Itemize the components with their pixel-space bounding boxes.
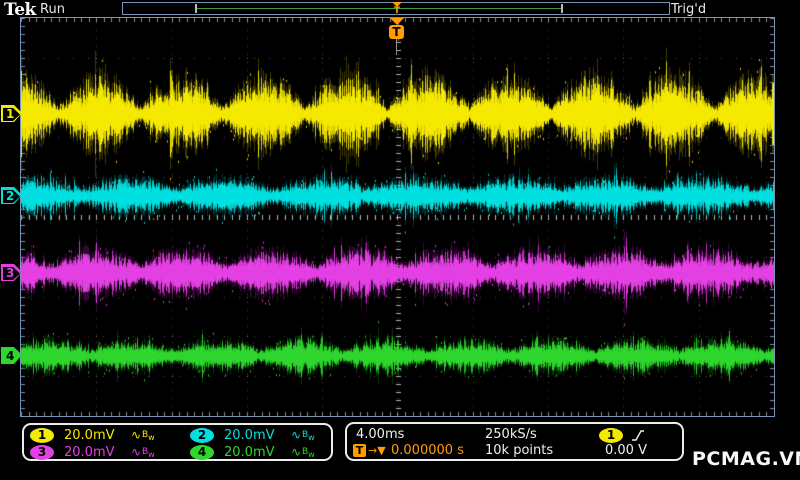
window-bracket-left [195, 4, 197, 13]
ch4-position-marker[interactable]: 4 [1, 347, 22, 364]
ch2-position-marker[interactable]: 2 [1, 187, 22, 204]
acquisition-preview-bar[interactable]: T [122, 2, 670, 16]
record-window-line [197, 8, 561, 9]
trigger-source-badge[interactable]: 1 [599, 428, 623, 443]
trigger-arrow-icon [389, 18, 404, 25]
trigger-position-icon: T [390, 2, 404, 16]
ch1-position-marker[interactable]: 1 [1, 105, 22, 122]
trigger-level-readout: 0.00 V [605, 443, 647, 458]
timebase-readout: 4.00ms [356, 427, 405, 442]
ch3-badge[interactable]: 3 [30, 445, 54, 460]
ch2-readout[interactable]: 2 20.0mV ∿ Bw [190, 428, 340, 444]
ac-coupling-icon: ∿ Bw [131, 428, 155, 442]
horizontal-trigger-readouts-box[interactable]: 4.00ms 250kS/s 1 T →▼ 0.000000 s 10k poi… [345, 422, 684, 461]
trigger-status: Trig'd [671, 2, 707, 17]
arrow-icon: →▼ [368, 444, 386, 457]
channel-readouts-box[interactable]: 1 20.0mV ∿ Bw 2 20.0mV ∿ Bw 3 20.0mV ∿ B… [22, 423, 333, 461]
trigger-position-marker[interactable]: T [388, 18, 405, 39]
ch4-readout[interactable]: 4 20.0mV ∿ Bw [190, 445, 340, 461]
ac-coupling-icon: ∿ Bw [291, 428, 315, 442]
sample-rate-readout: 250kS/s [485, 427, 537, 442]
waveform-canvas [21, 18, 774, 416]
acquisition-status: Run [40, 2, 65, 17]
ac-coupling-icon: ∿ Bw [131, 445, 155, 459]
trigger-level-arrow-icon[interactable] [763, 107, 773, 119]
trigger-delay-t-icon: T [353, 444, 366, 457]
watermark: PCMAG.VN [692, 448, 800, 470]
ch2-scale: 20.0mV [224, 428, 275, 443]
ch3-readout[interactable]: 3 20.0mV ∿ Bw [30, 445, 180, 461]
window-bracket-right [561, 4, 563, 13]
trigger-t-icon: T [389, 25, 404, 39]
ch4-scale: 20.0mV [224, 445, 275, 460]
trigger-delay-readout: 0.000000 s [391, 443, 464, 458]
ch1-scale: 20.0mV [64, 428, 115, 443]
ch2-badge[interactable]: 2 [190, 428, 214, 443]
oscilloscope-screen: { "header": { "brand": "Tek", "acq_statu… [0, 0, 800, 480]
ch3-position-marker[interactable]: 3 [1, 264, 22, 281]
ch3-scale: 20.0mV [64, 445, 115, 460]
waveform-display [20, 17, 775, 417]
record-length-readout: 10k points [485, 443, 554, 458]
trigger-stem-line [396, 39, 397, 55]
ch4-badge[interactable]: 4 [190, 445, 214, 460]
ac-coupling-icon: ∿ Bw [291, 445, 315, 459]
ch1-readout[interactable]: 1 20.0mV ∿ Bw [30, 428, 180, 444]
ch1-badge[interactable]: 1 [30, 428, 54, 443]
